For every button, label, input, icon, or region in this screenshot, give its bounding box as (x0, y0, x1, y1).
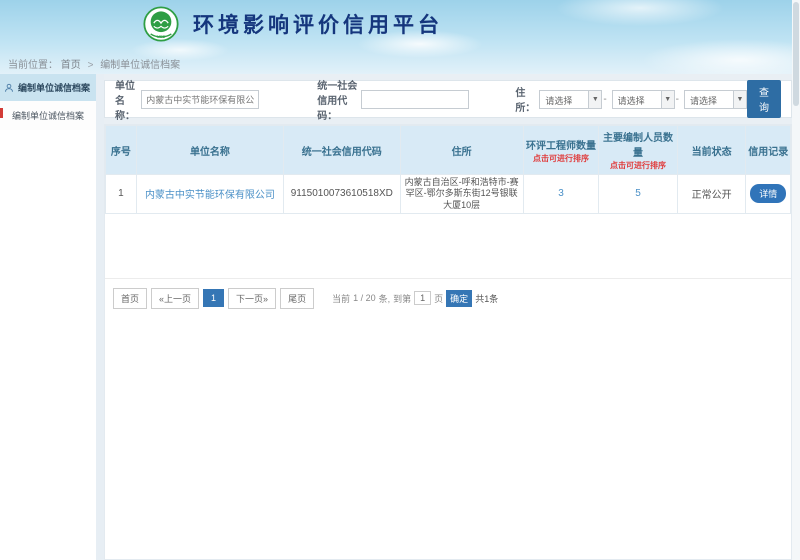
company-name-input[interactable] (141, 90, 259, 109)
pagination-bar: 首页 «上一页 1 下一页» 尾页 当前 1 / 20 条, 到第 页 确定 共… (105, 278, 791, 318)
city-select-value: 请选择 (613, 91, 661, 108)
credit-code-input[interactable] (361, 90, 469, 109)
active-marker (0, 108, 3, 118)
engineer-count-link[interactable]: 3 (523, 175, 598, 214)
table-row: 1 内蒙古中实节能环保有限公司 9115010073610518XD 内蒙古自治… (106, 175, 791, 214)
col-status: 当前状态 (677, 126, 746, 175)
col-staff-count-label: 主要编制人员数量 (600, 129, 676, 159)
sidebar-group-label: 编制单位诚信档案 (18, 81, 90, 94)
select-separator: - (603, 94, 606, 105)
content-area: 编制单位诚信档案 编制单位诚信档案 单位名称： 统一社会信用代码： 住所： 请选… (0, 74, 792, 560)
scrollbar[interactable] (792, 0, 800, 560)
mee-logo-icon: MEE (143, 6, 179, 42)
col-address: 住所 (400, 126, 523, 175)
pagination-goto-unit: 页 (434, 292, 443, 305)
staff-count-link[interactable]: 5 (599, 175, 678, 214)
chevron-down-icon: ▼ (588, 91, 601, 108)
top-banner: MEE 环境影响评价信用平台 当前位置： 首页 > 编制单位诚信档案 (0, 0, 800, 74)
pagination-unit: 条, (379, 292, 391, 305)
search-filter-bar: 单位名称： 统一社会信用代码： 住所： 请选择 ▼ - 请选择 ▼ - 请选择 … (104, 80, 792, 118)
chevron-down-icon: ▼ (661, 91, 674, 108)
cell-address: 内蒙古自治区-呼和浩特市-赛罕区-鄂尔多斯东街12号银联大厦10层 (400, 175, 523, 214)
col-engineer-count[interactable]: 环评工程师数量 点击可进行排序 (523, 126, 598, 175)
pagination-total: 共1条 (475, 292, 498, 305)
chevron-down-icon: ▼ (733, 91, 746, 108)
pagination-info: 当前 1 / 20 条, 到第 页 确定 共1条 (332, 290, 498, 307)
address-label: 住所： (515, 84, 535, 114)
sidebar-item-archives[interactable]: 编制单位诚信档案 (0, 101, 96, 130)
district-select[interactable]: 请选择 ▼ (684, 90, 747, 109)
pagination-prev-button[interactable]: «上一页 (151, 288, 199, 309)
pagination-last-button[interactable]: 尾页 (280, 288, 314, 309)
table-header-row: 序号 单位名称 统一社会信用代码 住所 环评工程师数量 点击可进行排序 主要编制… (106, 126, 791, 175)
province-select-value: 请选择 (540, 91, 588, 108)
cell-credit-code: 9115010073610518XD (284, 175, 400, 214)
cell-status: 正常公开 (677, 175, 746, 214)
pagination-confirm-button[interactable]: 确定 (446, 290, 472, 307)
company-name-link[interactable]: 内蒙古中实节能环保有限公司 (136, 175, 283, 214)
pagination-current-label: 当前 (332, 292, 350, 305)
main-panel: 单位名称： 统一社会信用代码： 住所： 请选择 ▼ - 请选择 ▼ - 请选择 … (104, 74, 792, 560)
credit-code-label: 统一社会信用代码： (317, 77, 357, 122)
breadcrumb: 当前位置： 首页 > 编制单位诚信档案 (0, 48, 800, 71)
svg-text:MEE: MEE (157, 34, 166, 39)
select-separator: - (676, 94, 679, 105)
results-panel: 序号 单位名称 统一社会信用代码 住所 环评工程师数量 点击可进行排序 主要编制… (104, 124, 792, 560)
sort-hint-staff[interactable]: 点击可进行排序 (600, 160, 676, 171)
pagination-ratio: 1 / 20 (353, 293, 376, 303)
col-engineer-count-label: 环评工程师数量 (525, 137, 597, 152)
user-icon (4, 83, 14, 93)
company-name-label: 单位名称： (115, 77, 137, 122)
breadcrumb-separator: > (88, 60, 94, 71)
col-company-name: 单位名称 (136, 126, 283, 175)
district-select-value: 请选择 (685, 91, 733, 108)
pagination-page-1-button[interactable]: 1 (203, 289, 224, 307)
col-credit-code: 统一社会信用代码 (284, 126, 400, 175)
page-title: 环境影响评价信用平台 (193, 9, 443, 39)
sidebar-divider (96, 74, 104, 560)
breadcrumb-home-link[interactable]: 首页 (61, 60, 81, 71)
sidebar-item-label: 编制单位诚信档案 (12, 111, 84, 121)
pagination-goto-label: 到第 (393, 292, 411, 305)
breadcrumb-prefix: 当前位置： (8, 60, 58, 71)
col-credit-record: 信用记录 (746, 126, 791, 175)
pagination-next-button[interactable]: 下一页» (228, 288, 276, 309)
header: MEE 环境影响评价信用平台 (0, 0, 800, 48)
companies-table: 序号 单位名称 统一社会信用代码 住所 环评工程师数量 点击可进行排序 主要编制… (105, 125, 791, 214)
scrollbar-thumb[interactable] (793, 2, 799, 106)
cell-index: 1 (106, 175, 137, 214)
sidebar-group-archives[interactable]: 编制单位诚信档案 (0, 74, 96, 101)
province-select[interactable]: 请选择 ▼ (539, 90, 602, 109)
pagination-first-button[interactable]: 首页 (113, 288, 147, 309)
breadcrumb-current: 编制单位诚信档案 (100, 60, 180, 71)
col-staff-count[interactable]: 主要编制人员数量 点击可进行排序 (599, 126, 678, 175)
cell-credit-record: 详情 (746, 175, 791, 214)
city-select[interactable]: 请选择 ▼ (612, 90, 675, 109)
query-button[interactable]: 查询 (747, 80, 781, 118)
sort-hint-engineers[interactable]: 点击可进行排序 (525, 153, 597, 164)
col-index: 序号 (106, 126, 137, 175)
sidebar: 编制单位诚信档案 编制单位诚信档案 (0, 74, 96, 560)
pagination-goto-input[interactable] (414, 291, 431, 305)
detail-button[interactable]: 详情 (750, 184, 786, 203)
